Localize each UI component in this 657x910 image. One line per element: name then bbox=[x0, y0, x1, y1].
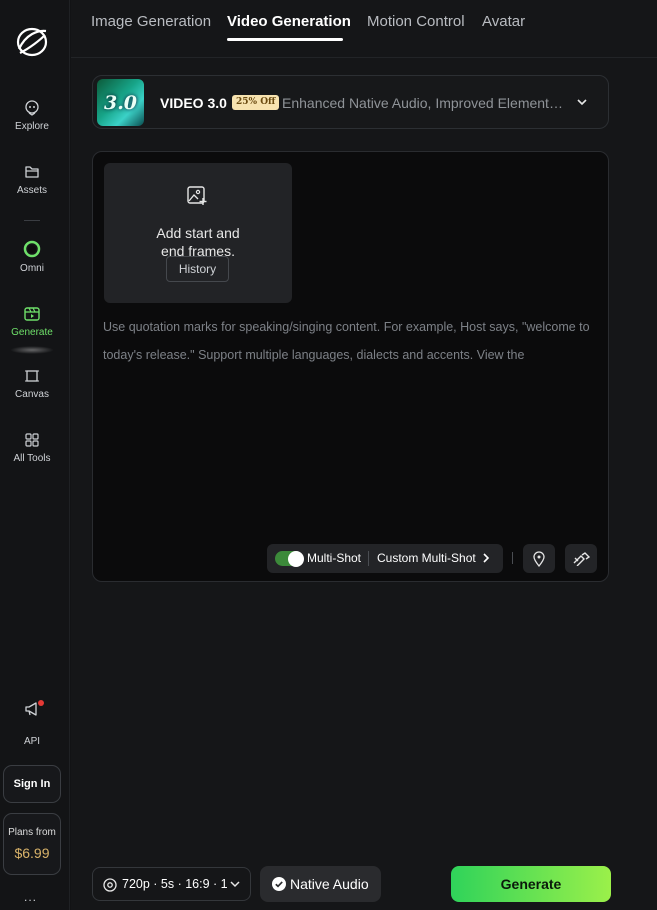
sidebar-item-explore[interactable]: Explore bbox=[0, 100, 64, 132]
model-description: Enhanced Native Audio, Improved Element … bbox=[282, 95, 564, 111]
chevron-down-icon bbox=[577, 99, 587, 106]
sidebar: Explore Assets Omni Generate Canvas All … bbox=[0, 0, 70, 910]
eraser-brush-icon bbox=[573, 551, 590, 566]
settings-icon bbox=[103, 878, 117, 892]
sidebar-item-all-tools[interactable]: All Tools bbox=[0, 432, 64, 464]
sidebar-item-label: Canvas bbox=[15, 389, 49, 400]
location-pin-icon bbox=[533, 550, 545, 567]
prompt-input[interactable]: Use quotation marks for speaking/singing… bbox=[103, 313, 603, 369]
sidebar-item-omni[interactable]: Omni bbox=[0, 240, 64, 274]
add-frames-line1: Add start and bbox=[156, 225, 240, 241]
native-audio-toggle[interactable]: Native Audio bbox=[260, 866, 381, 902]
sidebar-item-generate[interactable]: Generate bbox=[0, 304, 64, 338]
grid-icon bbox=[25, 433, 39, 447]
discount-badge: 25% Off bbox=[232, 95, 280, 110]
sidebar-item-label: All Tools bbox=[13, 453, 51, 464]
history-button[interactable]: History bbox=[166, 256, 229, 282]
multishot-toggle[interactable] bbox=[275, 551, 304, 567]
more-menu-button[interactable]: ... bbox=[24, 890, 37, 904]
active-tab-indicator bbox=[227, 38, 343, 41]
toolbar-divider bbox=[368, 551, 369, 566]
plans-button[interactable]: Plans from $6.99 bbox=[3, 813, 61, 875]
sidebar-item-canvas[interactable]: Canvas bbox=[0, 368, 64, 400]
chevron-right-icon bbox=[483, 553, 490, 563]
sidebar-item-api[interactable]: API bbox=[0, 700, 64, 747]
model-selector[interactable]: 3.0 VIDEO 3.0 25% Off Enhanced Native Au… bbox=[92, 75, 609, 129]
app-logo-icon[interactable] bbox=[14, 22, 50, 62]
model-thumbnail: 3.0 bbox=[97, 79, 144, 126]
omni-icon bbox=[23, 240, 41, 258]
folder-icon bbox=[25, 166, 39, 178]
tab-motion-control[interactable]: Motion Control bbox=[367, 13, 465, 30]
multishot-label: Multi-Shot bbox=[307, 551, 362, 565]
add-frames-text: Add start and end frames. bbox=[104, 224, 292, 260]
explore-icon bbox=[25, 100, 39, 116]
notification-dot bbox=[38, 700, 44, 706]
image-add-icon bbox=[187, 186, 207, 205]
tab-avatar[interactable]: Avatar bbox=[482, 13, 525, 30]
sidebar-item-label: Omni bbox=[20, 263, 44, 274]
sidebar-divider bbox=[24, 220, 40, 221]
api-label: API bbox=[23, 736, 41, 747]
model-name: VIDEO 3.0 bbox=[160, 95, 227, 111]
sidebar-item-label: Explore bbox=[15, 121, 49, 132]
sidebar-item-label: Assets bbox=[16, 185, 47, 196]
prompt-panel: Add start and end frames. History Use qu… bbox=[92, 151, 609, 582]
toggle-knob bbox=[288, 551, 304, 567]
chevron-down-icon bbox=[230, 881, 240, 888]
toolbar-separator bbox=[512, 552, 513, 564]
tab-image-generation[interactable]: Image Generation bbox=[91, 13, 211, 30]
app-root: Explore Assets Omni Generate Canvas All … bbox=[0, 0, 657, 910]
add-frames-card[interactable]: Add start and end frames. History bbox=[104, 163, 292, 303]
canvas-icon bbox=[25, 370, 39, 382]
sign-in-button[interactable]: Sign In bbox=[3, 765, 61, 803]
plans-price: $6.99 bbox=[14, 845, 50, 861]
native-audio-label: Native Audio bbox=[290, 876, 369, 892]
custom-multishot-button[interactable]: Custom Multi-Shot bbox=[377, 551, 476, 565]
sidebar-item-assets[interactable]: Assets bbox=[0, 164, 64, 196]
tab-video-generation[interactable]: Video Generation bbox=[227, 13, 351, 30]
plans-label: Plans from bbox=[8, 827, 56, 838]
location-button[interactable] bbox=[523, 544, 555, 573]
video-settings-summary: 720p · 5s · 16:9 · 1 bbox=[122, 877, 228, 891]
main-panel: Image Generation Video Generation Motion… bbox=[71, 0, 657, 910]
sidebar-item-label: Generate bbox=[11, 327, 53, 338]
multishot-toolbar: Multi-Shot Custom Multi-Shot bbox=[267, 544, 503, 573]
video-settings-dropdown[interactable]: 720p · 5s · 16:9 · 1 bbox=[92, 867, 251, 901]
generate-button[interactable]: Generate bbox=[451, 866, 611, 902]
active-indicator bbox=[10, 346, 54, 354]
tab-bar: Image Generation Video Generation Motion… bbox=[71, 0, 657, 58]
style-button[interactable] bbox=[565, 544, 597, 573]
check-circle-icon bbox=[272, 877, 286, 891]
generate-icon bbox=[24, 307, 40, 321]
